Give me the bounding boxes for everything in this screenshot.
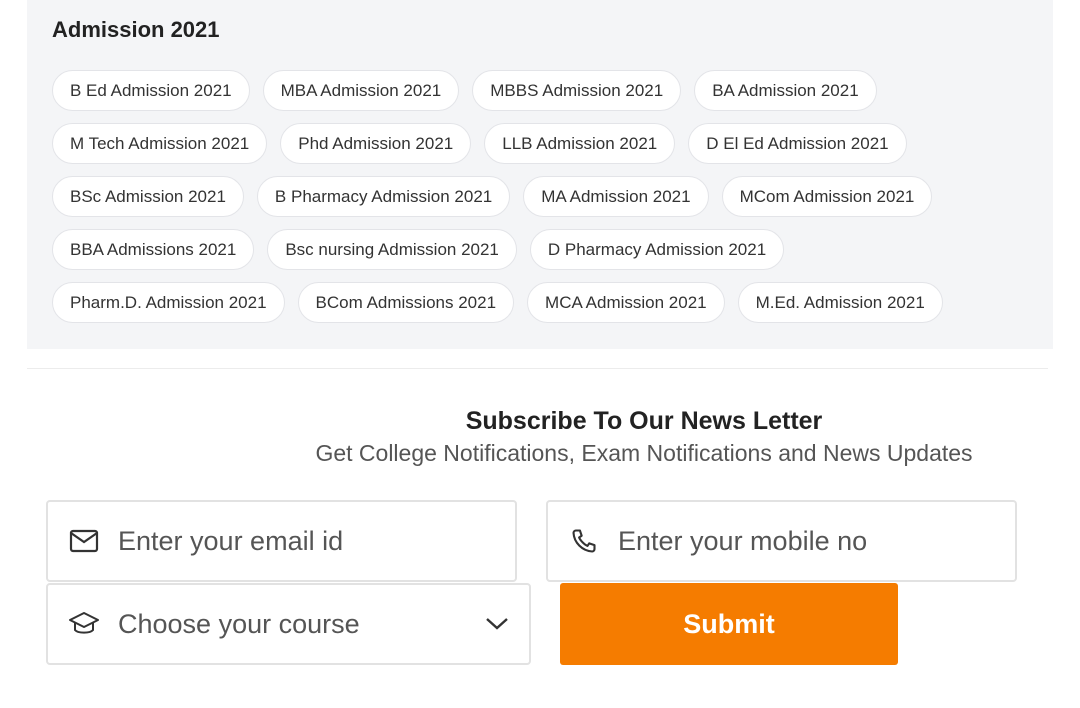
chip-row: B Ed Admission 2021 MBA Admission 2021 M…: [52, 70, 1052, 111]
admission-link-bba[interactable]: BBA Admissions 2021: [52, 229, 255, 270]
section-divider: [27, 368, 1048, 369]
admission-link-mca[interactable]: MCA Admission 2021: [527, 282, 725, 323]
admission-link-bsc-nursing[interactable]: Bsc nursing Admission 2021: [267, 229, 517, 270]
email-field[interactable]: [46, 500, 517, 582]
chip-row: BBA Admissions 2021 Bsc nursing Admissio…: [52, 229, 1052, 270]
admission-link-ba[interactable]: BA Admission 2021: [694, 70, 877, 111]
newsletter-subtitle: Get College Notifications, Exam Notifica…: [315, 440, 973, 466]
admission-link-mbbs[interactable]: MBBS Admission 2021: [472, 70, 682, 111]
course-selected-value: Choose your course: [118, 608, 360, 639]
admission-link-bcom[interactable]: BCom Admissions 2021: [297, 282, 515, 323]
admission-link-mba[interactable]: MBA Admission 2021: [262, 70, 460, 111]
chip-row: BSc Admission 2021 B Pharmacy Admission …: [52, 176, 1052, 217]
phone-icon: [568, 525, 600, 557]
admission-link-ma[interactable]: MA Admission 2021: [523, 176, 709, 217]
admission-link-bsc[interactable]: BSc Admission 2021: [52, 176, 244, 217]
admission-link-phd[interactable]: Phd Admission 2021: [280, 123, 472, 164]
admission-link-mtech[interactable]: M Tech Admission 2021: [52, 123, 268, 164]
chip-row: M Tech Admission 2021 Phd Admission 2021…: [52, 123, 1052, 164]
chevron-down-icon: [483, 610, 511, 638]
admission-links: B Ed Admission 2021 MBA Admission 2021 M…: [52, 70, 1052, 335]
mobile-field[interactable]: [546, 500, 1017, 582]
mobile-input[interactable]: [618, 525, 978, 557]
admission-link-bed[interactable]: B Ed Admission 2021: [52, 70, 250, 111]
email-input[interactable]: [118, 525, 478, 557]
admission-link-med[interactable]: M.Ed. Admission 2021: [737, 282, 943, 323]
admission-link-pharmd[interactable]: Pharm.D. Admission 2021: [52, 282, 285, 323]
admission-title: Admission 2021: [52, 17, 220, 42]
admission-link-llb[interactable]: LLB Admission 2021: [484, 123, 676, 164]
submit-button[interactable]: Submit: [560, 583, 898, 665]
admission-link-dpharmacy[interactable]: D Pharmacy Admission 2021: [529, 229, 785, 270]
course-select[interactable]: Choose your course: [46, 583, 531, 665]
admission-link-mcom[interactable]: MCom Admission 2021: [721, 176, 933, 217]
envelope-icon: [68, 525, 100, 557]
graduation-cap-icon: [68, 608, 100, 640]
admission-panel: Admission 2021 B Ed Admission 2021 MBA A…: [27, 0, 1053, 349]
newsletter-title: Subscribe To Our News Letter: [465, 407, 823, 435]
admission-link-bpharmacy[interactable]: B Pharmacy Admission 2021: [256, 176, 511, 217]
chip-row: Pharm.D. Admission 2021 BCom Admissions …: [52, 282, 1052, 323]
admission-link-deled[interactable]: D El Ed Admission 2021: [688, 123, 907, 164]
